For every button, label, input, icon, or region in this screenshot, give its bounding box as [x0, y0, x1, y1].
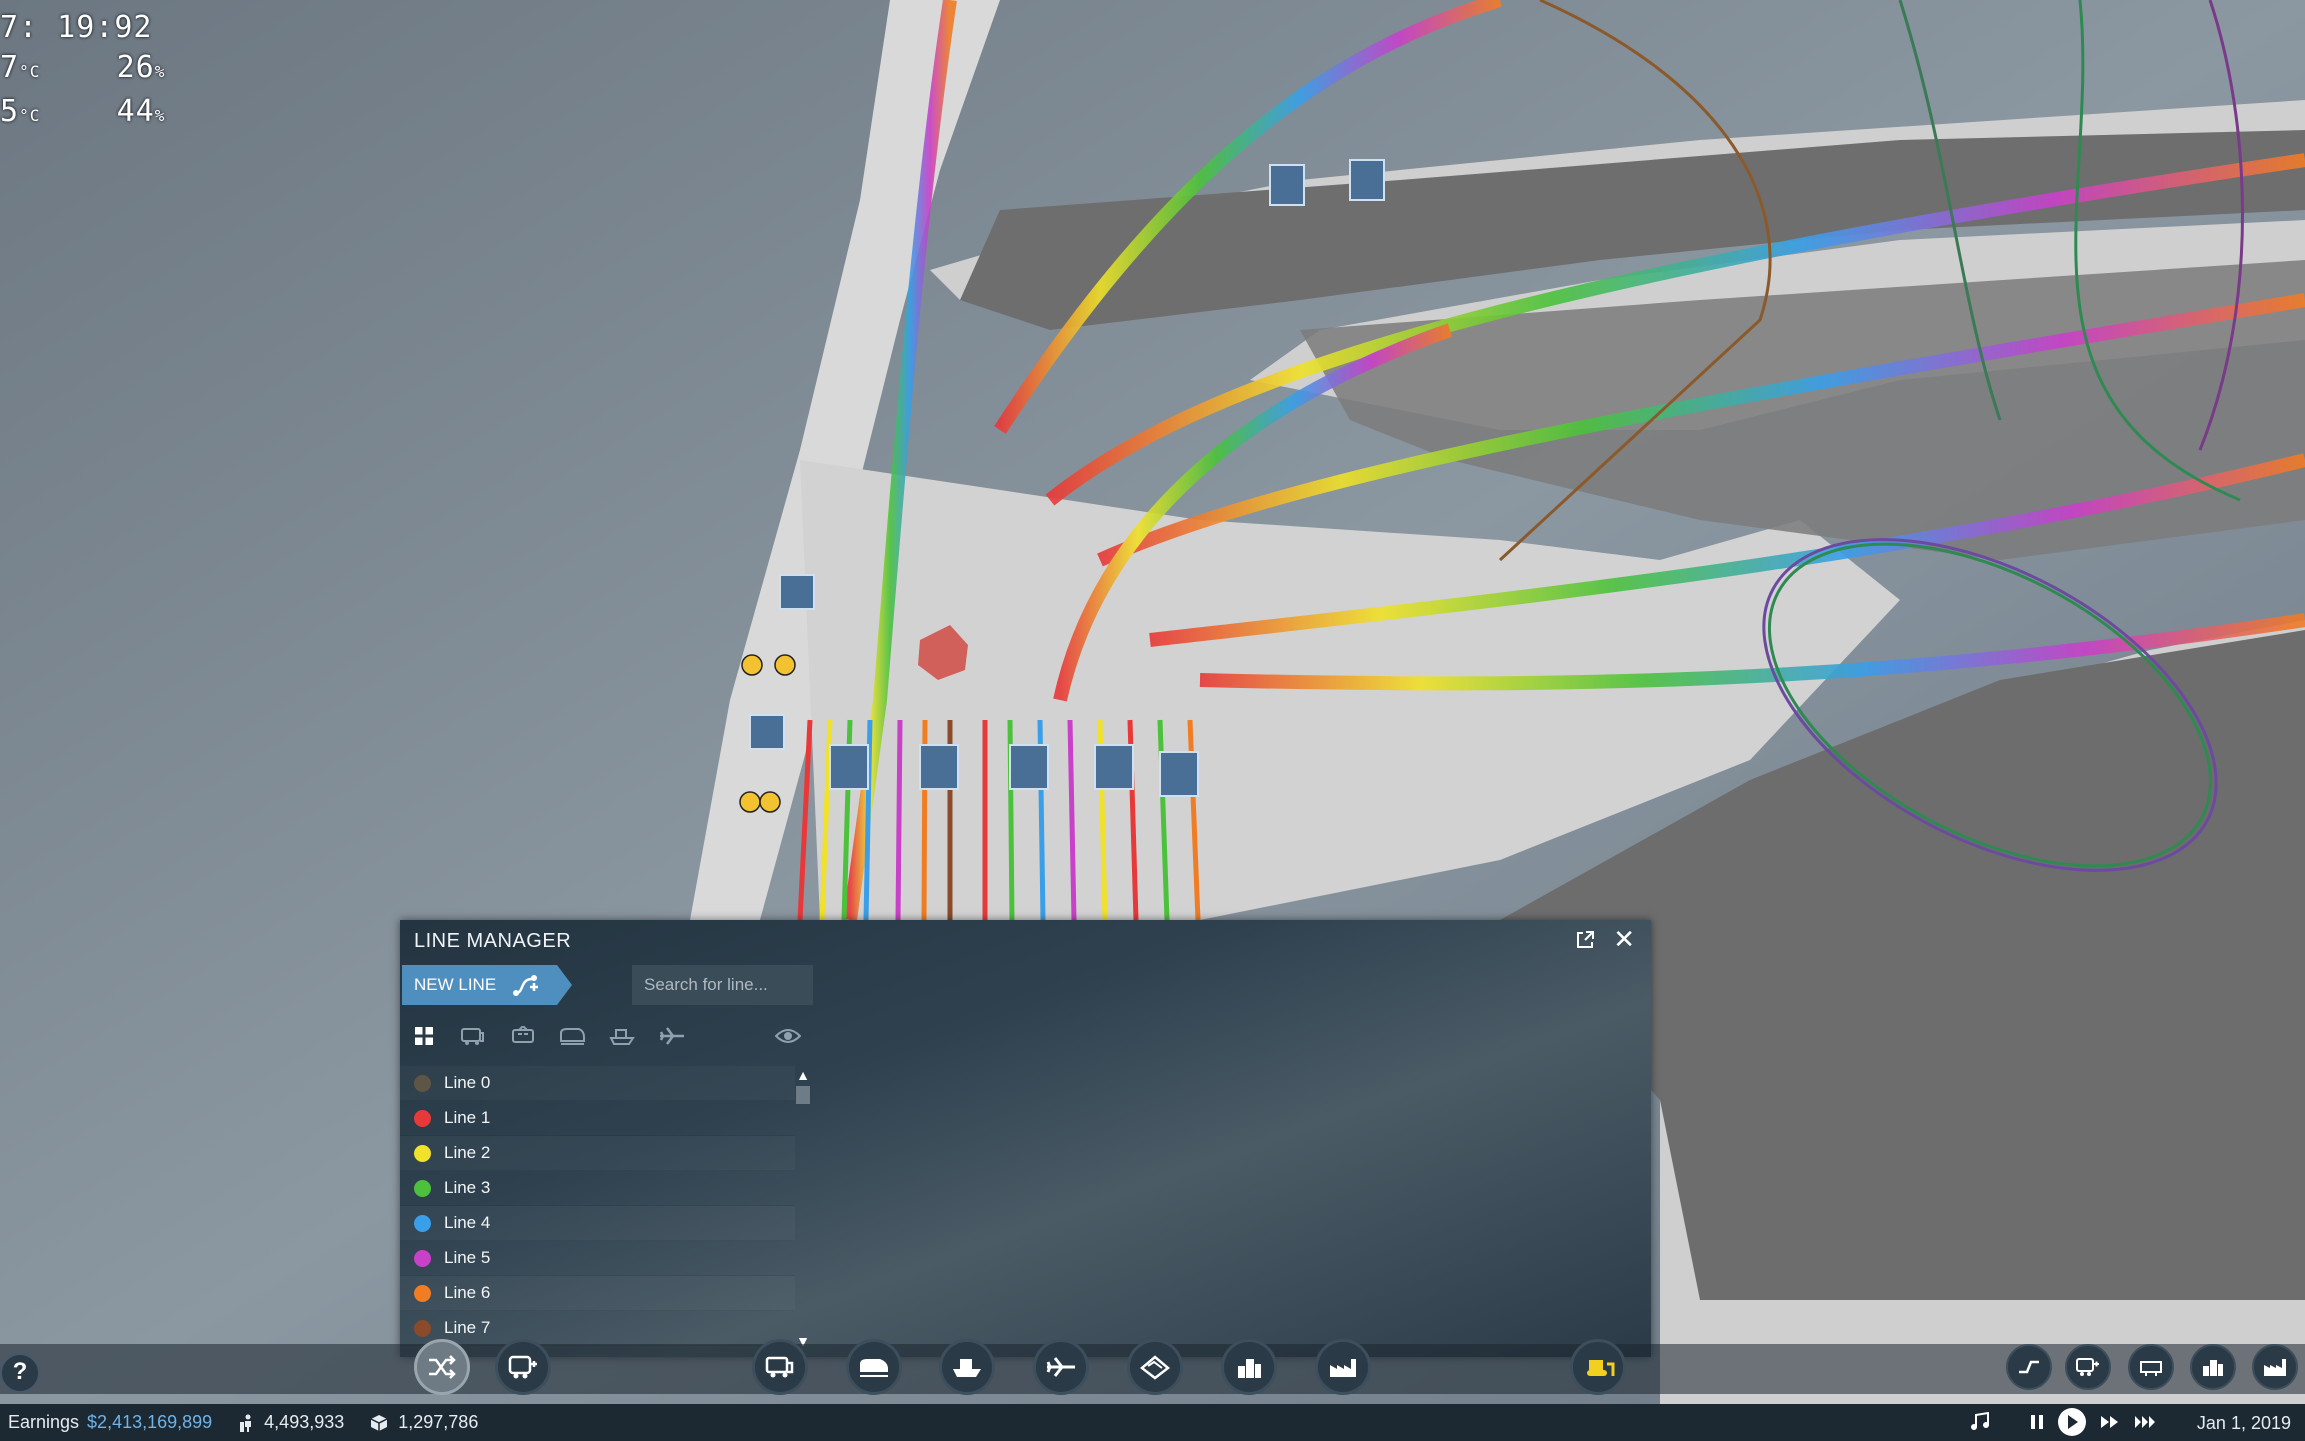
- line-label: Line 5: [444, 1248, 491, 1267]
- tram-icon[interactable]: [507, 1020, 539, 1052]
- pause-icon[interactable]: [2025, 1410, 2049, 1434]
- passenger-count: 4,493,933: [264, 1412, 345, 1432]
- line-list-item[interactable]: Line 6: [400, 1276, 795, 1311]
- towns-list-icon[interactable]: [2190, 1344, 2236, 1390]
- line-list-item[interactable]: Line 2: [400, 1136, 795, 1171]
- popout-icon[interactable]: [1575, 930, 1595, 950]
- road-icon[interactable]: [752, 1339, 808, 1395]
- line-label: Line 4: [444, 1213, 491, 1232]
- water-icon[interactable]: [939, 1339, 995, 1395]
- line-label: Line 2: [444, 1143, 491, 1162]
- line-color-dot: [414, 1284, 431, 1302]
- ship-icon[interactable]: [606, 1020, 638, 1052]
- search-input[interactable]: [632, 965, 813, 1005]
- line-label: Line 6: [444, 1283, 491, 1302]
- vehicle-list-icon[interactable]: [2065, 1344, 2111, 1390]
- line-list-scrollbar[interactable]: ▲ ▼: [794, 1066, 812, 1349]
- status-bar: Earnings $2,413,169,899 4,493,933 1,297,…: [0, 1404, 2305, 1441]
- vehicles-bus-icon[interactable]: [495, 1339, 551, 1395]
- line-color-dot: [414, 1214, 431, 1232]
- music-icon[interactable]: [1968, 1410, 1992, 1434]
- line-color-dot: [414, 1074, 431, 1092]
- line-manager-window: LINE MANAGER ✕ NEW LINE Line 0Line 1Line…: [400, 920, 1651, 1357]
- close-icon[interactable]: ✕: [1613, 926, 1635, 952]
- line-color-dot: [414, 1144, 431, 1162]
- all-grid-icon[interactable]: [408, 1020, 440, 1052]
- line-list-item[interactable]: Line 1: [400, 1101, 795, 1136]
- new-line-label: NEW LINE: [414, 975, 497, 994]
- air-icon[interactable]: [1033, 1339, 1089, 1395]
- terrain-icon[interactable]: [1127, 1339, 1183, 1395]
- game-date: Jan 1, 2019: [2196, 1413, 2291, 1433]
- line-label: Line 1: [444, 1108, 491, 1127]
- airplane-icon[interactable]: [656, 1020, 688, 1052]
- main-toolbar: [0, 1332, 2305, 1404]
- industries-list-icon[interactable]: [2252, 1344, 2298, 1390]
- line-list-item[interactable]: Line 4: [400, 1206, 795, 1241]
- scroll-thumb[interactable]: [796, 1086, 810, 1104]
- line-label: Line 0: [444, 1073, 491, 1092]
- line-list-item[interactable]: Line 5: [400, 1241, 795, 1276]
- route-icon: [513, 975, 539, 996]
- passenger-icon: [238, 1414, 254, 1432]
- bulldozer-icon[interactable]: [1570, 1339, 1626, 1395]
- stat-row-1: 7°C 26%: [0, 50, 166, 85]
- fastest-forward-icon[interactable]: [2133, 1410, 2159, 1434]
- clock-readout: 7: 19:92: [0, 10, 153, 45]
- cargo-icon: [370, 1414, 388, 1432]
- road-vehicle-icon[interactable]: [457, 1020, 489, 1052]
- stations-icon[interactable]: [2128, 1344, 2174, 1390]
- line-list: Line 0 Line 1 Line 2 Line 3 Line 4 Line 5 Line…: [400, 1066, 795, 1357]
- visibility-toggle-icon[interactable]: [772, 1020, 804, 1052]
- window-title: LINE MANAGER: [414, 930, 572, 952]
- line-color-dot: [414, 1249, 431, 1267]
- lines-shuffle-icon[interactable]: [414, 1339, 470, 1395]
- line-color-dot: [414, 1179, 431, 1197]
- performance-overlay: 7: 19:92 7°C 26% 5°C 44%: [0, 8, 165, 136]
- line-list-item[interactable]: Line 0: [400, 1066, 795, 1101]
- rail-icon[interactable]: [846, 1339, 902, 1395]
- transport-filter-bar: [408, 1020, 803, 1052]
- earnings-label: Earnings: [8, 1412, 80, 1432]
- town-icon[interactable]: [1221, 1339, 1277, 1395]
- earnings-value: $2,413,169,899: [87, 1412, 213, 1432]
- fast-forward-icon[interactable]: [2098, 1410, 2122, 1434]
- train-icon[interactable]: [556, 1020, 588, 1052]
- line-color-dot: [414, 1109, 431, 1127]
- line-list-item[interactable]: Line 3: [400, 1171, 795, 1206]
- stat-row-2: 5°C 44%: [0, 94, 166, 129]
- layers-icon[interactable]: [2006, 1344, 2052, 1390]
- cargo-count: 1,297,786: [398, 1412, 479, 1432]
- line-label: Line 3: [444, 1178, 491, 1197]
- scroll-up-icon[interactable]: ▲: [794, 1066, 812, 1084]
- play-icon[interactable]: [2058, 1408, 2086, 1436]
- help-button[interactable]: ?: [0, 1353, 40, 1393]
- new-line-button[interactable]: NEW LINE: [402, 965, 572, 1005]
- industry-icon[interactable]: [1315, 1339, 1371, 1395]
